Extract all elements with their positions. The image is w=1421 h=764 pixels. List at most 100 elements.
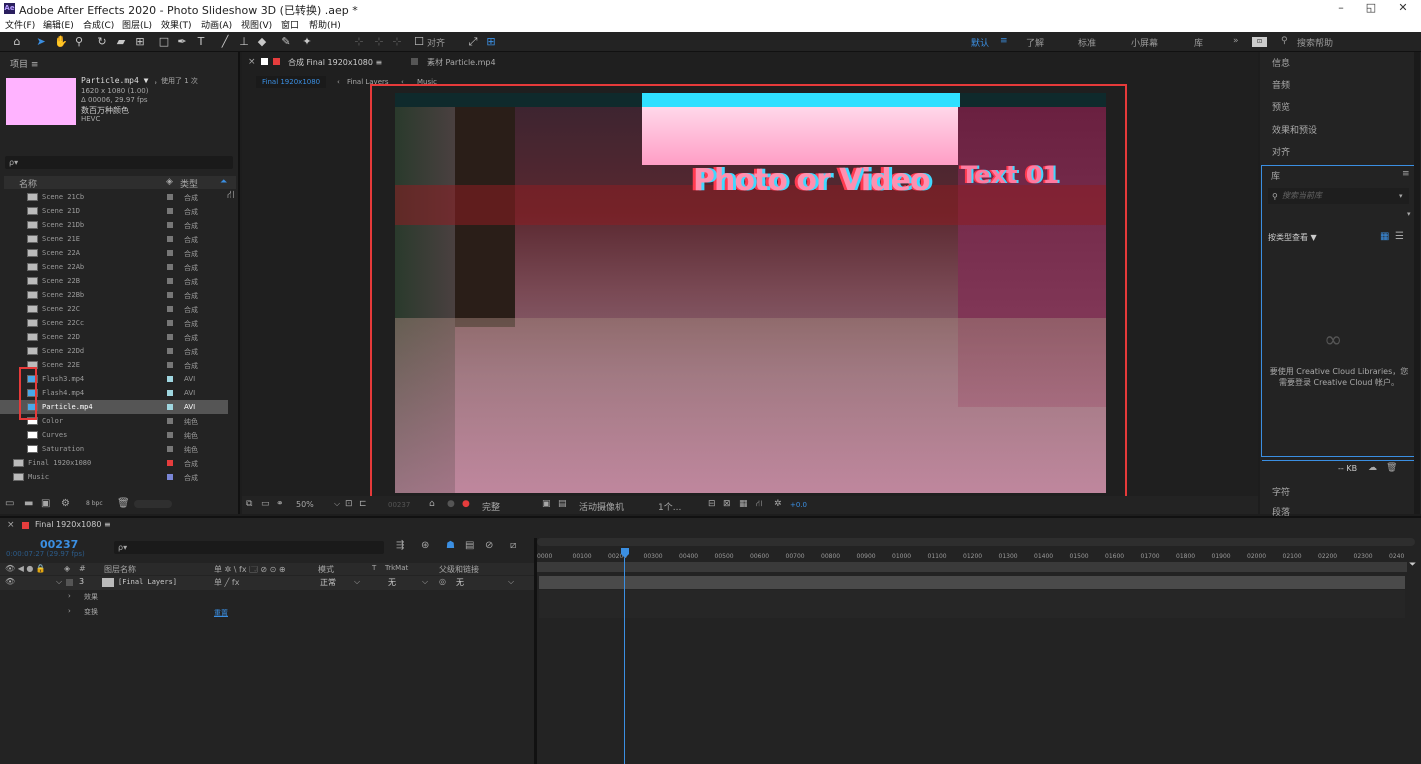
project-panel-title[interactable]: 项目 ≡ [10,57,38,70]
label-color-swatch[interactable] [167,376,173,382]
toggle-pixel-icon[interactable]: ⊟ [708,499,716,509]
library-search-input[interactable]: 搜索当前库 [1268,188,1409,204]
rotate-tool-icon[interactable]: ↻ [95,35,109,49]
project-item[interactable]: Scene 22D 合成 [0,330,228,344]
project-item[interactable]: Saturation 纯色 [0,442,228,456]
pen-tool-icon[interactable]: ✒ [175,35,189,49]
shy-icon[interactable]: ☗ [446,540,455,551]
workspace-default[interactable]: 默认 [971,36,989,49]
cloud-sync-icon[interactable]: ☁ [1368,463,1377,473]
vr-icon[interactable]: ⚭ [276,499,284,509]
comp-close-icon[interactable]: × [248,57,256,67]
label-color-swatch[interactable] [167,390,173,396]
label-color-swatch[interactable] [167,362,173,368]
menu-animation[interactable]: 动画(A) [201,18,232,31]
clone-stamp-tool-icon[interactable]: ⊥ [237,35,251,49]
exposure-value[interactable]: +0.0 [790,501,807,509]
frame-blending-icon[interactable]: ▤ [465,540,474,551]
project-item[interactable]: Scene 22Ab 合成 [0,260,228,274]
help-search-input[interactable]: 搜索帮助 [1297,36,1333,49]
bpc-button[interactable]: 8 bpc [86,500,103,507]
label-color-swatch[interactable] [167,334,173,340]
menu-help[interactable]: 帮助(H) [309,18,341,31]
hand-tool-icon[interactable]: ✋ [54,35,68,49]
label-column-icon[interactable]: ◈ [64,564,70,573]
comp-viewer-tab[interactable]: 合成 Final 1920x1080 ≡ [288,57,382,68]
transform-expand-icon[interactable]: › [68,607,71,615]
column-layer-name[interactable]: 图层名称 [104,564,136,575]
parent-select[interactable]: 无 [456,577,464,588]
home-icon[interactable]: ⌂ [10,35,24,49]
label-color-swatch[interactable] [167,292,173,298]
label-color-swatch[interactable] [167,348,173,354]
label-color-swatch[interactable] [167,306,173,312]
right-panel-scrollbar[interactable] [1414,52,1420,514]
align-checkbox-icon[interactable]: ☐ [412,35,426,49]
view-by-type-select[interactable]: 按类型查看 ▼ [1268,232,1317,243]
layer-mode-select[interactable]: 正常 [320,577,336,588]
maximize-button[interactable]: ◱ [1356,1,1386,16]
thumbnail-slider[interactable] [134,500,172,508]
column-number[interactable]: # [79,564,86,573]
libraries-title[interactable]: 库 [1271,169,1280,182]
workspace-learn[interactable]: 了解 [1026,36,1044,49]
grid-view-icon[interactable]: ▦ [1380,231,1389,242]
layer-label-swatch[interactable] [66,579,73,586]
project-item[interactable]: Music 合成 [0,470,228,484]
column-trkmat[interactable]: TrkMat [385,564,408,572]
effects-group[interactable]: 效果 [84,592,98,602]
av-switches-icon[interactable]: 👁 ◀ ● 🔒 [5,564,46,573]
project-item[interactable]: Scene 22Dd 合成 [0,344,228,358]
type-tool-icon[interactable]: T [194,35,208,49]
rectangle-tool-icon[interactable]: □ [157,35,171,49]
menu-view[interactable]: 视图(V) [241,18,272,31]
project-settings-icon[interactable]: ⚙ [61,498,70,509]
time-ruler[interactable]: 0000 00100 00200 00300 00400 00500 00600 00700 0… [537,546,1421,560]
column-parent[interactable]: 父级和链接 [439,564,479,575]
draft-3d-icon[interactable]: ⊛ [421,540,429,551]
roto-brush-tool-icon[interactable]: ✎ [279,35,293,49]
resolution-select[interactable]: 完整 [482,500,500,513]
zoom-dropdown-icon[interactable]: ⌵ [334,499,340,509]
label-color-swatch[interactable] [167,236,173,242]
workspace-more-button[interactable]: » [1233,36,1239,46]
transform-group[interactable]: 变换 [84,607,98,617]
delete-icon[interactable]: 🗑 [117,498,130,509]
workspace-libraries[interactable]: 库 [1194,36,1203,49]
reset-link[interactable]: 重置 [214,608,228,618]
display-icon[interactable]: ▭ [261,499,270,509]
flowchart-icon[interactable]: ⛙ [227,188,235,203]
show-snapshot-icon[interactable]: ● [447,499,455,509]
minimize-button[interactable]: – [1326,1,1356,16]
column-mode[interactable]: 模式 [318,564,334,575]
character-panel-tab[interactable]: 字符 [1272,485,1290,498]
column-type[interactable]: 类型 [180,177,198,190]
pan-behind-tool-icon[interactable]: ⊞ [133,35,147,49]
zoom-tool-icon[interactable]: ⚲ [72,35,86,49]
sort-arrow-icon[interactable]: ⏶ [220,177,227,187]
snapshot-icon[interactable]: ⌂ [429,499,435,509]
always-preview-icon[interactable]: ⧉ [246,499,252,509]
menu-composition[interactable]: 合成(C) [83,18,114,31]
effects-presets-panel-tab[interactable]: 效果和预设 [1272,123,1317,136]
footage-viewer-tab[interactable]: 素材 Particle.mp4 [427,57,496,68]
project-item[interactable]: Scene 22C 合成 [0,302,228,316]
layer-duration-bar[interactable] [539,576,1405,589]
comp-marker-bin-icon[interactable]: ⏷ [1409,560,1419,570]
label-color-swatch[interactable] [167,432,173,438]
list-view-icon[interactable]: ☰ [1395,231,1404,242]
trkmat-dropdown-icon[interactable]: ⌵ [422,577,428,587]
label-color-swatch[interactable] [167,250,173,256]
project-item[interactable]: Scene 22Cc 合成 [0,316,228,330]
audio-panel-tab[interactable]: 音频 [1272,78,1290,91]
layer-expand-icon[interactable]: ⌵ [56,577,62,587]
breadcrumb-final[interactable]: Final 1920x1080 [256,76,327,88]
interpret-footage-icon[interactable]: ▭ [5,498,14,509]
eraser-tool-icon[interactable]: ◆ [255,35,269,49]
timeline-tab[interactable]: Final 1920x1080 ≡ [35,520,111,529]
label-color-swatch[interactable] [167,446,173,452]
new-composition-icon[interactable]: ▣ [41,498,50,509]
libraries-menu-icon[interactable]: ≡ [1402,169,1410,179]
info-panel-tab[interactable]: 信息 [1272,56,1290,69]
collapse-switch-icon[interactable]: 单 ╱ fx [214,577,239,588]
